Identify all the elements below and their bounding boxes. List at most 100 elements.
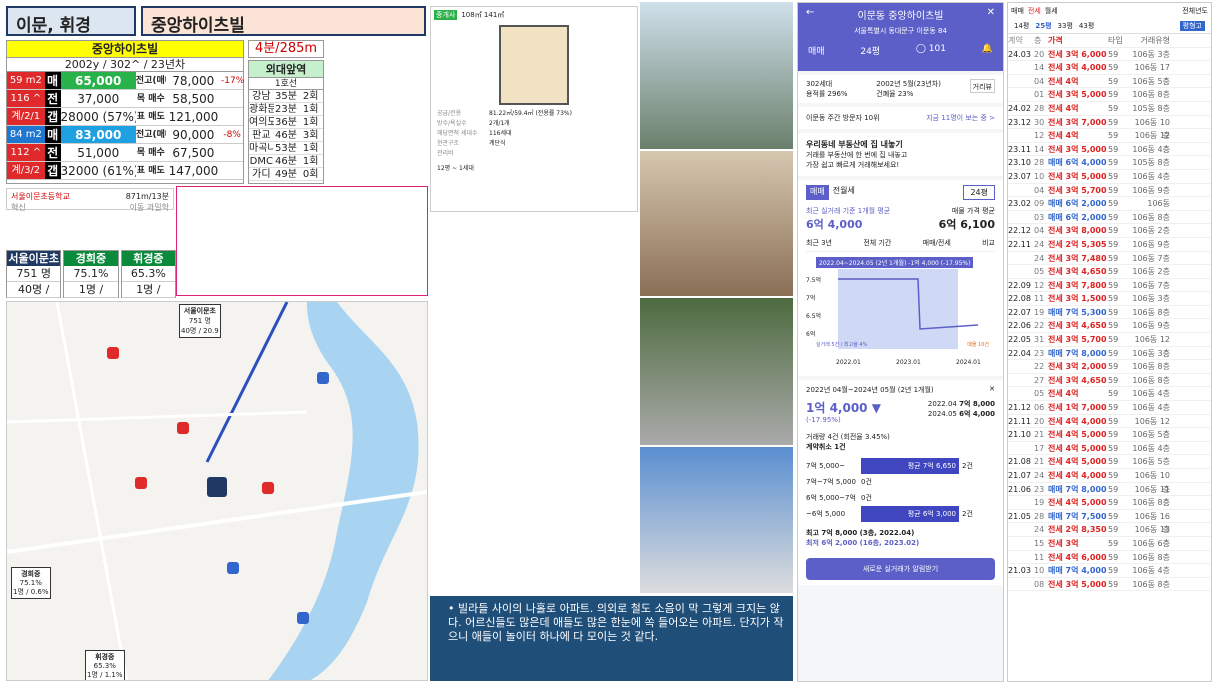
tl-cell: 106동 3층: [1132, 348, 1170, 358]
tl-row: 23.02 09 매매 6억 2,000 59 106동: [1008, 197, 1211, 211]
price-panel: 매매 전월세 24평 최근 실거래 기준 1개월 평균 매물 가격 평균 6억 4,0…: [798, 180, 1003, 376]
cancel-count: 계약취소 1건: [806, 443, 846, 451]
tl-cell: 20: [1034, 49, 1045, 59]
tl-cell: 106동 17층: [1134, 63, 1170, 86]
tl-cell: [1008, 578, 1034, 591]
tl-row: 15 전세 3억 59 106동 6층: [1008, 537, 1211, 551]
tl-cell: 59: [1108, 335, 1119, 345]
tl-cell: 59: [1108, 49, 1119, 59]
school-stat-a: 751 명: [7, 266, 61, 282]
tl-tab[interactable]: 전세: [1028, 6, 1041, 16]
map-pin[interactable]: [227, 562, 239, 574]
ad-banner[interactable]: 우리동네 부동산에 집 내놓기 거래를 부동산에 한 번에 집 내놓고 가장 쉽고 …: [798, 133, 1003, 176]
tl-cell: 01: [1034, 90, 1045, 100]
school-name: 휘경중: [121, 251, 175, 266]
commute-row: 강남 35분 2회: [249, 90, 323, 103]
bell-icon[interactable]: 🔔: [982, 44, 993, 57]
app-title: 이문동 중앙하이츠빌: [857, 11, 944, 22]
tl-cell: 15: [1034, 538, 1045, 548]
school-stat-a: 75.1%: [64, 266, 118, 282]
close-icon[interactable]: ✕: [989, 385, 995, 395]
row-tag: 84 m2: [7, 126, 45, 143]
tl-size[interactable]: 25평: [1035, 21, 1051, 31]
listing-row: 해당면적 세대수 116세대: [437, 129, 631, 139]
tl-cell: [1008, 129, 1034, 142]
commute-row: 광화문 23분 1회: [249, 103, 323, 116]
tl-row: 19 전세 4억 5,000 59 106동 8층: [1008, 496, 1211, 510]
diff-value: 1억 4,000 ▼: [806, 401, 881, 415]
tl-year[interactable]: 전체년도: [1182, 6, 1208, 16]
tl-cell: 59: [1108, 511, 1119, 521]
tl-row: 22.09 12 전세 3억 7,800 59 106동 7층: [1008, 279, 1211, 293]
map-pin[interactable]: [297, 612, 309, 624]
close-icon[interactable]: ✕: [987, 7, 995, 22]
comment-icon[interactable]: ◯ 101: [916, 44, 946, 57]
tl-cell: 24: [1034, 471, 1045, 480]
map-pin[interactable]: [317, 372, 329, 384]
range-3y[interactable]: 최근 3년: [806, 238, 832, 248]
tl-cell: 59: [1108, 348, 1119, 358]
tl-cell: 106동 5층: [1132, 76, 1170, 86]
app-tab-trade[interactable]: 매매: [808, 44, 825, 57]
tl-tab[interactable]: 매매: [1011, 6, 1024, 16]
tl-size[interactable]: 33평: [1058, 21, 1073, 31]
tl-cell: 23.10: [1008, 158, 1031, 168]
map-pin[interactable]: [262, 482, 274, 494]
map-pin[interactable]: [107, 347, 119, 359]
tl-cell: 106동: [1147, 199, 1170, 209]
tl-row: 21.03 10 매매 7억 4,000 59 106동 4층: [1008, 564, 1211, 578]
tl-tab[interactable]: 월세: [1045, 6, 1058, 16]
tl-size[interactable]: 43평: [1079, 21, 1094, 31]
tl-cell: 전세 4억: [1048, 103, 1079, 113]
tl-size[interactable]: 14평: [1014, 21, 1029, 31]
trade-tab[interactable]: 매매: [806, 185, 829, 200]
tl-row: 27 전세 3억 4,650 59 106동 8층: [1008, 374, 1211, 388]
tl-cell: 106동 8층: [1132, 212, 1170, 222]
tl-head-cell: 타입: [1108, 36, 1123, 45]
visit-link[interactable]: 지금 11명이 보는 중 >: [926, 113, 995, 123]
range-type[interactable]: 매매/전세: [923, 238, 951, 248]
target-apt-pin[interactable]: [207, 477, 227, 497]
ad-line1: 거래를 부동산에 한 번에 집 내놓고: [806, 151, 908, 159]
map-pin[interactable]: [177, 422, 189, 434]
tl-cell: 59: [1108, 117, 1119, 127]
tl-head-cell: 계약: [1008, 36, 1023, 45]
map-view[interactable]: 서울이문초 751 명 40명 / 20.9 경희중 75.1% 1명 / 0.6% 휘…: [6, 301, 428, 681]
tl-cell: 106동 12층: [1134, 335, 1170, 358]
tl-cell: 24: [1034, 253, 1045, 263]
listing-field: 관리비: [437, 150, 454, 157]
map-pin[interactable]: [135, 477, 147, 489]
commute-cell: 46분: [275, 156, 297, 167]
tl-cell: 59: [1108, 90, 1119, 100]
x-tick: 2022.01: [836, 359, 861, 366]
tl-cell: 106동 2층: [1132, 226, 1170, 236]
summary-row: 계/2/1 갭 28000 (57%) 표 매도 121,000: [7, 108, 243, 126]
rent-tab[interactable]: 전월세: [833, 185, 855, 200]
listing-field: 공급/전용: [437, 110, 462, 117]
tl-cell: 24.02: [1008, 103, 1031, 113]
school-dist: 871m/13분: [125, 192, 169, 201]
tl-cell: 59: [1108, 362, 1119, 372]
row-tag: 116 ^: [7, 90, 45, 107]
empty-box: [176, 186, 428, 296]
area-header: 이문, 휘경: [6, 6, 136, 36]
row-percent: -17%: [221, 75, 245, 86]
floor-distance: 4분/285m: [248, 40, 324, 58]
tl-cell: 59: [1108, 131, 1119, 141]
tl-row: 21.10 21 전세 4억 5,000 59 106동 5층: [1008, 428, 1211, 442]
ad-line2: 가장 쉽고 빠르게 거래해보세요!: [806, 161, 900, 169]
tl-cell: [1008, 523, 1034, 536]
tl-row: 21.07 24 전세 4억 4,000 59 106동 10층: [1008, 469, 1211, 494]
app-size-select[interactable]: 24평: [860, 44, 880, 57]
back-icon[interactable]: ←: [806, 7, 814, 22]
range-compare[interactable]: 비교: [982, 238, 995, 248]
map-label-elem: 서울이문초 751 명 40명 / 20.9: [179, 304, 221, 338]
range-all[interactable]: 전체 기간: [863, 238, 891, 248]
streetview-button[interactable]: 거리뷰: [969, 79, 995, 93]
alert-button[interactable]: 새로운 실거래가 알림받기: [806, 558, 995, 580]
tl-cell: [1008, 265, 1034, 278]
row-key2: 전고(매매): [135, 76, 166, 86]
tl-size-button[interactable]: 평형고: [1179, 21, 1205, 31]
row-key: 전: [44, 144, 61, 161]
size-dropdown[interactable]: 24평: [963, 185, 995, 200]
